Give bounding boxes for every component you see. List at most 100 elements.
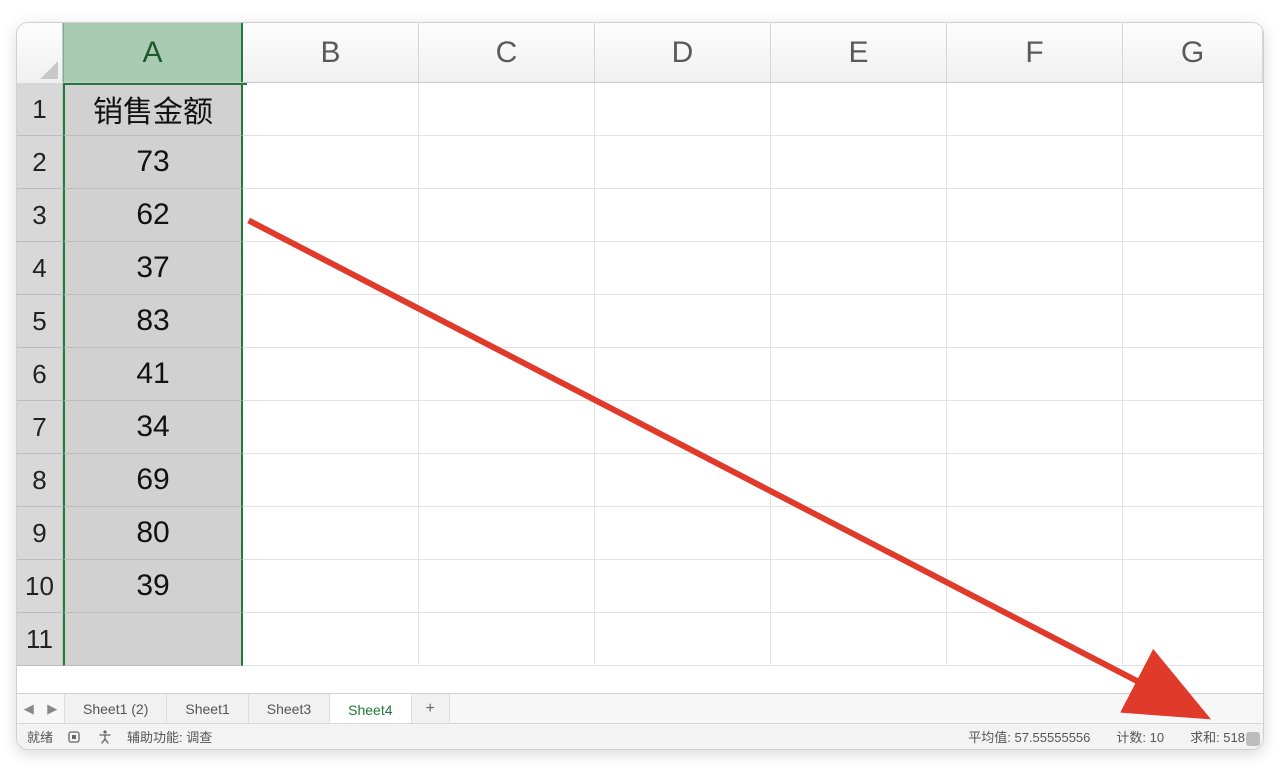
cell-G1[interactable] xyxy=(1123,83,1263,136)
cell-E6[interactable] xyxy=(771,348,947,401)
column-header-G[interactable]: G xyxy=(1123,23,1263,82)
cell-C3[interactable] xyxy=(419,189,595,242)
cell-E5[interactable] xyxy=(771,295,947,348)
cell-E8[interactable] xyxy=(771,454,947,507)
cell-A4[interactable]: 37 xyxy=(63,242,243,295)
cell-C8[interactable] xyxy=(419,454,595,507)
row-header-6[interactable]: 6 xyxy=(17,348,63,401)
cell-G10[interactable] xyxy=(1123,560,1263,613)
macro-record-icon[interactable] xyxy=(67,729,83,745)
cell-F8[interactable] xyxy=(947,454,1123,507)
cell-F5[interactable] xyxy=(947,295,1123,348)
cell-B10[interactable] xyxy=(243,560,419,613)
cell-C10[interactable] xyxy=(419,560,595,613)
cell-D5[interactable] xyxy=(595,295,771,348)
cell-D7[interactable] xyxy=(595,401,771,454)
grid-body[interactable]: 1 销售金额 2 73 3 62 xyxy=(17,83,1263,693)
next-sheet-icon[interactable]: ▶ xyxy=(47,701,57,717)
accessibility-label[interactable]: 辅助功能: 调查 xyxy=(127,727,212,746)
select-all-corner[interactable] xyxy=(17,23,63,83)
cell-G2[interactable] xyxy=(1123,136,1263,189)
cell-E9[interactable] xyxy=(771,507,947,560)
resize-grip-icon[interactable] xyxy=(1246,732,1260,746)
cell-A8[interactable]: 69 xyxy=(63,454,243,507)
cell-C9[interactable] xyxy=(419,507,595,560)
row-header-7[interactable]: 7 xyxy=(17,401,63,454)
column-header-E[interactable]: E xyxy=(771,23,947,82)
cell-D3[interactable] xyxy=(595,189,771,242)
cell-B8[interactable] xyxy=(243,454,419,507)
row-header-2[interactable]: 2 xyxy=(17,136,63,189)
cell-C11[interactable] xyxy=(419,613,595,666)
cell-G3[interactable] xyxy=(1123,189,1263,242)
cell-G8[interactable] xyxy=(1123,454,1263,507)
cell-D1[interactable] xyxy=(595,83,771,136)
cell-A10[interactable]: 39 xyxy=(63,560,243,613)
cell-D10[interactable] xyxy=(595,560,771,613)
cell-C1[interactable] xyxy=(419,83,595,136)
cell-C2[interactable] xyxy=(419,136,595,189)
cell-F7[interactable] xyxy=(947,401,1123,454)
cell-A1[interactable]: 销售金额 xyxy=(63,83,243,136)
cell-F3[interactable] xyxy=(947,189,1123,242)
cell-D2[interactable] xyxy=(595,136,771,189)
cell-A3[interactable]: 62 xyxy=(63,189,243,242)
cell-D9[interactable] xyxy=(595,507,771,560)
cell-B3[interactable] xyxy=(243,189,419,242)
cell-D4[interactable] xyxy=(595,242,771,295)
cell-G6[interactable] xyxy=(1123,348,1263,401)
cell-F9[interactable] xyxy=(947,507,1123,560)
column-header-F[interactable]: F xyxy=(947,23,1123,82)
cell-B7[interactable] xyxy=(243,401,419,454)
cell-B9[interactable] xyxy=(243,507,419,560)
cell-E7[interactable] xyxy=(771,401,947,454)
cell-B6[interactable] xyxy=(243,348,419,401)
cell-E10[interactable] xyxy=(771,560,947,613)
column-header-C[interactable]: C xyxy=(419,23,595,82)
row-header-3[interactable]: 3 xyxy=(17,189,63,242)
cell-C6[interactable] xyxy=(419,348,595,401)
cell-F6[interactable] xyxy=(947,348,1123,401)
sheet-tab-active[interactable]: Sheet4 xyxy=(330,694,411,723)
cell-F1[interactable] xyxy=(947,83,1123,136)
cell-E2[interactable] xyxy=(771,136,947,189)
sheet-tab[interactable]: Sheet1 xyxy=(167,694,248,723)
cell-B2[interactable] xyxy=(243,136,419,189)
cell-D6[interactable] xyxy=(595,348,771,401)
cell-F4[interactable] xyxy=(947,242,1123,295)
row-header-5[interactable]: 5 xyxy=(17,295,63,348)
cell-E3[interactable] xyxy=(771,189,947,242)
cell-G11[interactable] xyxy=(1123,613,1263,666)
cell-D8[interactable] xyxy=(595,454,771,507)
cell-G4[interactable] xyxy=(1123,242,1263,295)
cell-C4[interactable] xyxy=(419,242,595,295)
cell-B4[interactable] xyxy=(243,242,419,295)
cell-A7[interactable]: 34 xyxy=(63,401,243,454)
add-sheet-button[interactable]: + xyxy=(412,694,450,723)
cell-D11[interactable] xyxy=(595,613,771,666)
row-header-8[interactable]: 8 xyxy=(17,454,63,507)
cell-A5[interactable]: 83 xyxy=(63,295,243,348)
column-header-D[interactable]: D xyxy=(595,23,771,82)
cell-C7[interactable] xyxy=(419,401,595,454)
row-header-1[interactable]: 1 xyxy=(17,83,63,136)
cell-G9[interactable] xyxy=(1123,507,1263,560)
cell-A6[interactable]: 41 xyxy=(63,348,243,401)
column-header-A[interactable]: A xyxy=(63,23,243,82)
cell-G7[interactable] xyxy=(1123,401,1263,454)
cell-F11[interactable] xyxy=(947,613,1123,666)
cell-F2[interactable] xyxy=(947,136,1123,189)
accessibility-icon[interactable] xyxy=(97,729,113,745)
sheet-tab[interactable]: Sheet3 xyxy=(249,694,330,723)
sheet-tab[interactable]: Sheet1 (2) xyxy=(65,694,167,723)
cell-A9[interactable]: 80 xyxy=(63,507,243,560)
cell-C5[interactable] xyxy=(419,295,595,348)
cell-A2[interactable]: 73 xyxy=(63,136,243,189)
column-header-B[interactable]: B xyxy=(243,23,419,82)
cell-G5[interactable] xyxy=(1123,295,1263,348)
prev-sheet-icon[interactable]: ◀ xyxy=(24,701,34,717)
cell-B1[interactable] xyxy=(243,83,419,136)
row-header-11[interactable]: 11 xyxy=(17,613,63,666)
row-header-10[interactable]: 10 xyxy=(17,560,63,613)
row-header-4[interactable]: 4 xyxy=(17,242,63,295)
